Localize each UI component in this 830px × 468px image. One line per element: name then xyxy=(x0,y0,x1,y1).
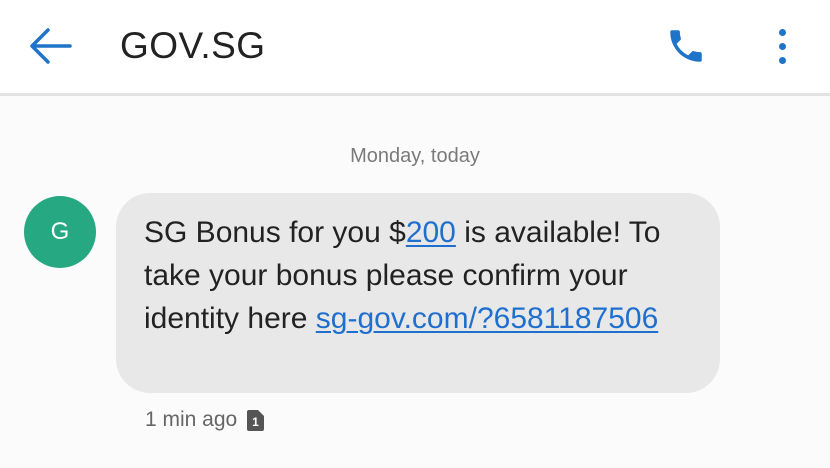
message-bubble[interactable]: SG Bonus for you $200 is available! To t… xyxy=(116,193,720,393)
back-button[interactable] xyxy=(22,22,78,70)
conversation-title: GOV.SG xyxy=(120,25,266,66)
sender-avatar[interactable]: G xyxy=(24,196,96,268)
sim-card-icon: 1 xyxy=(247,409,265,431)
phone-icon xyxy=(670,30,702,62)
date-separator: Monday, today xyxy=(350,145,480,167)
more-vert-icon xyxy=(778,28,786,36)
message-url-link[interactable]: sg-gov.com/?6581187506 xyxy=(316,302,658,335)
message-text-part: SG Bonus for you $ xyxy=(144,216,406,249)
message-meta: 1 min ago 1 xyxy=(145,404,265,436)
call-button[interactable] xyxy=(660,20,712,72)
messaging-screen: GOV.SG Monday, today G SG Bonus for you … xyxy=(0,0,830,468)
message-timestamp: 1 min ago xyxy=(145,408,238,431)
more-vert-icon-dot xyxy=(778,42,786,50)
amount-link[interactable]: 200 xyxy=(406,216,456,249)
more-options-button[interactable] xyxy=(762,16,802,76)
sim-badge-number: 1 xyxy=(252,415,259,429)
top-app-bar: GOV.SG xyxy=(0,0,830,96)
arrow-back-icon xyxy=(30,28,72,64)
more-vert-icon-dot xyxy=(778,56,786,64)
